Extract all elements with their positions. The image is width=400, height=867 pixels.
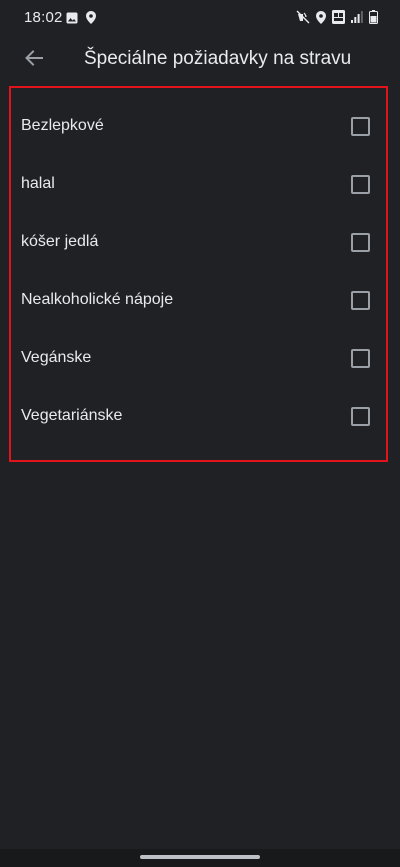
- navigation-bar: [0, 849, 400, 867]
- options-highlight-box: Bezlepkové halal kóšer jedlá Nealkoholic…: [9, 86, 388, 462]
- signal-icon: [351, 11, 363, 23]
- list-item[interactable]: Vegánske: [11, 330, 386, 388]
- option-label: Vegetariánske: [21, 407, 123, 424]
- battery-icon: [369, 10, 378, 24]
- checkbox[interactable]: [351, 117, 370, 136]
- page-title: Špeciálne požiadavky na stravu: [84, 48, 352, 69]
- dietary-options-list: Bezlepkové halal kóšer jedlá Nealkoholic…: [11, 98, 386, 446]
- checkbox[interactable]: [351, 407, 370, 426]
- arrow-back-icon: [24, 48, 44, 73]
- back-button[interactable]: [14, 40, 54, 80]
- checkbox[interactable]: [351, 349, 370, 368]
- checkbox[interactable]: [351, 291, 370, 310]
- app-bar: Špeciálne požiadavky na stravu: [0, 36, 400, 84]
- list-item[interactable]: Vegetariánske: [11, 388, 386, 446]
- status-time: 18:02: [24, 9, 63, 26]
- mute-icon: [296, 10, 310, 24]
- option-label: Bezlepkové: [21, 117, 104, 134]
- gesture-handle[interactable]: [140, 855, 260, 859]
- location-icon: [316, 10, 326, 24]
- checkbox[interactable]: [351, 233, 370, 252]
- option-label: kóšer jedlá: [21, 233, 99, 250]
- option-label: Vegánske: [21, 349, 92, 366]
- list-item[interactable]: kóšer jedlá: [11, 214, 386, 272]
- list-item[interactable]: Nealkoholické nápoje: [11, 272, 386, 330]
- network-5g-icon: [332, 10, 345, 24]
- status-bar: 18:02: [0, 0, 400, 36]
- option-label: halal: [21, 175, 55, 192]
- list-item[interactable]: Bezlepkové: [11, 98, 386, 156]
- option-label: Nealkoholické nápoje: [21, 291, 174, 308]
- list-item[interactable]: halal: [11, 156, 386, 214]
- checkbox[interactable]: [351, 175, 370, 194]
- location-icon: [86, 11, 96, 24]
- image-icon: [66, 12, 78, 24]
